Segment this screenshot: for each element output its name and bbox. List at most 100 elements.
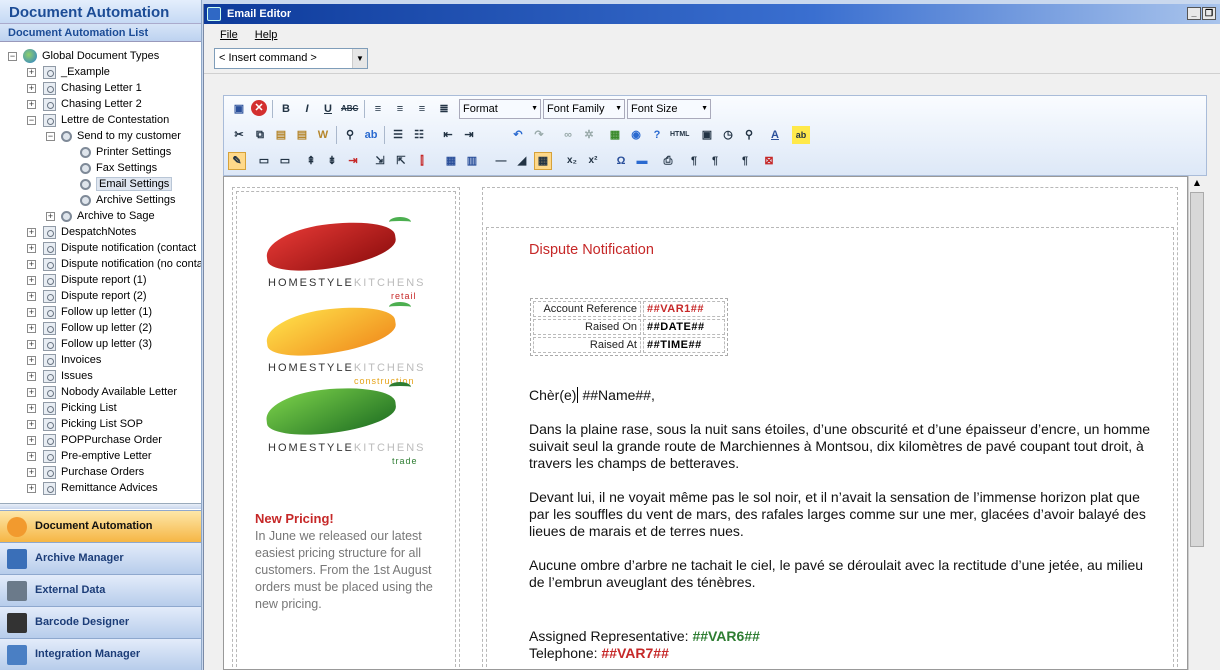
print-icon[interactable]: ⎙	[659, 152, 677, 170]
undo-icon[interactable]: ↶	[509, 126, 527, 144]
delete-row-icon[interactable]: ⇥	[344, 152, 362, 170]
expand-icon[interactable]: +	[27, 340, 36, 349]
tree-item[interactable]: Dispute notification (no conta	[43, 256, 201, 272]
tree-item[interactable]: Chasing Letter 1	[43, 80, 142, 96]
menu-file[interactable]: File	[220, 29, 238, 41]
expand-icon[interactable]: +	[27, 68, 36, 77]
expand-icon[interactable]: +	[27, 100, 36, 109]
indent-icon[interactable]: ⇥	[460, 126, 478, 144]
document-tree[interactable]: − Global Document Types + _Example + Chasing …	[0, 44, 201, 503]
table-properties-icon[interactable]: ▭	[276, 152, 294, 170]
bold-icon[interactable]: B	[277, 100, 295, 118]
html-source-icon[interactable]: HTML	[669, 126, 689, 144]
delete-column-icon[interactable]: ⫿	[413, 152, 431, 170]
nav-button[interactable]: Barcode Designer	[0, 606, 201, 638]
insert-column-left-icon[interactable]: ⇲	[371, 152, 389, 170]
tree-item[interactable]: Chasing Letter 2	[43, 96, 142, 112]
tree-item[interactable]: Lettre de Contestation	[43, 112, 169, 128]
insert-table-icon[interactable]: ▭	[255, 152, 273, 170]
expand-icon[interactable]: +	[27, 388, 36, 397]
image-icon[interactable]: ▦	[606, 126, 624, 144]
insert-command-select[interactable]: < Insert command > ▼	[214, 48, 368, 69]
chevron-down-icon[interactable]: ▼	[352, 49, 367, 68]
align-center-icon[interactable]: ≡	[391, 100, 409, 118]
nav-button[interactable]: Archive Manager	[0, 542, 201, 574]
expand-icon[interactable]: +	[27, 356, 36, 365]
tree-item[interactable]: Follow up letter (3)	[43, 336, 152, 352]
font-family-combo[interactable]: Font Family ▼	[543, 99, 625, 119]
expand-icon[interactable]: +	[27, 244, 36, 253]
tree-item[interactable]: Dispute report (1)	[43, 272, 147, 288]
help-icon[interactable]: ?	[648, 126, 666, 144]
vertical-scrollbar[interactable]: ▲	[1188, 176, 1205, 670]
format-combo[interactable]: Format ▼	[459, 99, 541, 119]
highlight-color-icon[interactable]: ab	[792, 126, 810, 144]
paste-text-icon[interactable]: ▤	[293, 126, 311, 144]
paste-word-icon[interactable]: W	[314, 126, 332, 144]
expand-icon[interactable]: +	[27, 276, 36, 285]
redo-icon[interactable]: ↷	[530, 126, 548, 144]
subscript-icon[interactable]: x₂	[563, 152, 581, 170]
font-color-icon[interactable]: A	[766, 126, 784, 144]
clock-icon[interactable]: ◷	[719, 126, 737, 144]
split-cell-icon[interactable]: ▥	[463, 152, 481, 170]
tree-item[interactable]: Email Settings	[80, 176, 173, 192]
expand-icon[interactable]: +	[27, 260, 36, 269]
justify-icon[interactable]: ≣	[435, 100, 453, 118]
page-break-icon[interactable]: ⊠	[760, 152, 778, 170]
replace-icon[interactable]: ab	[362, 126, 380, 144]
paste-icon[interactable]: ▤	[272, 126, 290, 144]
expand-icon[interactable]: +	[27, 84, 36, 93]
cancel-icon[interactable]: ✕	[251, 100, 267, 116]
expand-icon[interactable]: +	[27, 372, 36, 381]
menu-help[interactable]: Help	[255, 29, 278, 41]
align-left-icon[interactable]: ≡	[369, 100, 387, 118]
tree-item[interactable]: _Example	[43, 64, 110, 80]
scroll-up-icon[interactable]: ▲	[1189, 176, 1205, 190]
bulleted-list-icon[interactable]: ☰	[389, 126, 407, 144]
expand-icon[interactable]: +	[27, 484, 36, 493]
nav-button[interactable]: Integration Manager	[0, 638, 201, 670]
strikethrough-icon[interactable]: ABC	[340, 100, 358, 118]
show-paragraphs-icon[interactable]: ¶	[736, 152, 754, 170]
collapse-icon[interactable]: −	[27, 116, 36, 125]
insert-column-right-icon[interactable]: ⇱	[392, 152, 410, 170]
flash-icon[interactable]: ◉	[627, 126, 645, 144]
nav-button[interactable]: External Data	[0, 574, 201, 606]
italic-icon[interactable]: I	[298, 100, 316, 118]
tree-item[interactable]: DespatchNotes	[43, 224, 136, 240]
panel-splitter[interactable]	[0, 503, 201, 509]
tree-item[interactable]: Dispute notification (contact	[43, 240, 196, 256]
save-icon[interactable]: ▣	[230, 100, 248, 118]
tree-item[interactable]: Send to my customer	[61, 128, 181, 144]
insert-row-below-icon[interactable]: ⇟	[323, 152, 341, 170]
scrollbar-thumb[interactable]	[1190, 192, 1204, 547]
tree-item[interactable]: Pre-emptive Letter	[43, 448, 151, 464]
underline-icon[interactable]: U	[319, 100, 337, 118]
tree-item[interactable]: Issues	[43, 368, 93, 384]
superscript-icon[interactable]: x²	[584, 152, 602, 170]
design-mode-icon[interactable]: ✎	[228, 152, 246, 170]
calendar-icon[interactable]: ▣	[698, 126, 716, 144]
eraser-icon[interactable]: ◢	[513, 152, 531, 170]
tree-item[interactable]: Follow up letter (1)	[43, 304, 152, 320]
link-icon[interactable]: ∞	[559, 126, 577, 144]
ltr-icon[interactable]: ¶	[685, 152, 703, 170]
expand-icon[interactable]: +	[46, 212, 55, 221]
align-right-icon[interactable]: ≡	[413, 100, 431, 118]
outdent-icon[interactable]: ⇤	[439, 126, 457, 144]
tree-item[interactable]: Dispute report (2)	[43, 288, 147, 304]
collapse-icon[interactable]: −	[8, 52, 17, 61]
tree-item[interactable]: Printer Settings	[80, 144, 171, 160]
expand-icon[interactable]: +	[27, 292, 36, 301]
tree-item[interactable]: Global Document Types	[23, 48, 159, 64]
expand-icon[interactable]: +	[27, 436, 36, 445]
rtl-icon[interactable]: ¶	[706, 152, 724, 170]
preview-icon[interactable]: ⚲	[740, 126, 758, 144]
insert-row-above-icon[interactable]: ⇞	[302, 152, 320, 170]
tree-item[interactable]: Picking List SOP	[43, 416, 143, 432]
tree-item[interactable]: POPPurchase Order	[43, 432, 162, 448]
expand-icon[interactable]: +	[27, 452, 36, 461]
expand-icon[interactable]: +	[27, 468, 36, 477]
special-character-icon[interactable]: Ω	[612, 152, 630, 170]
